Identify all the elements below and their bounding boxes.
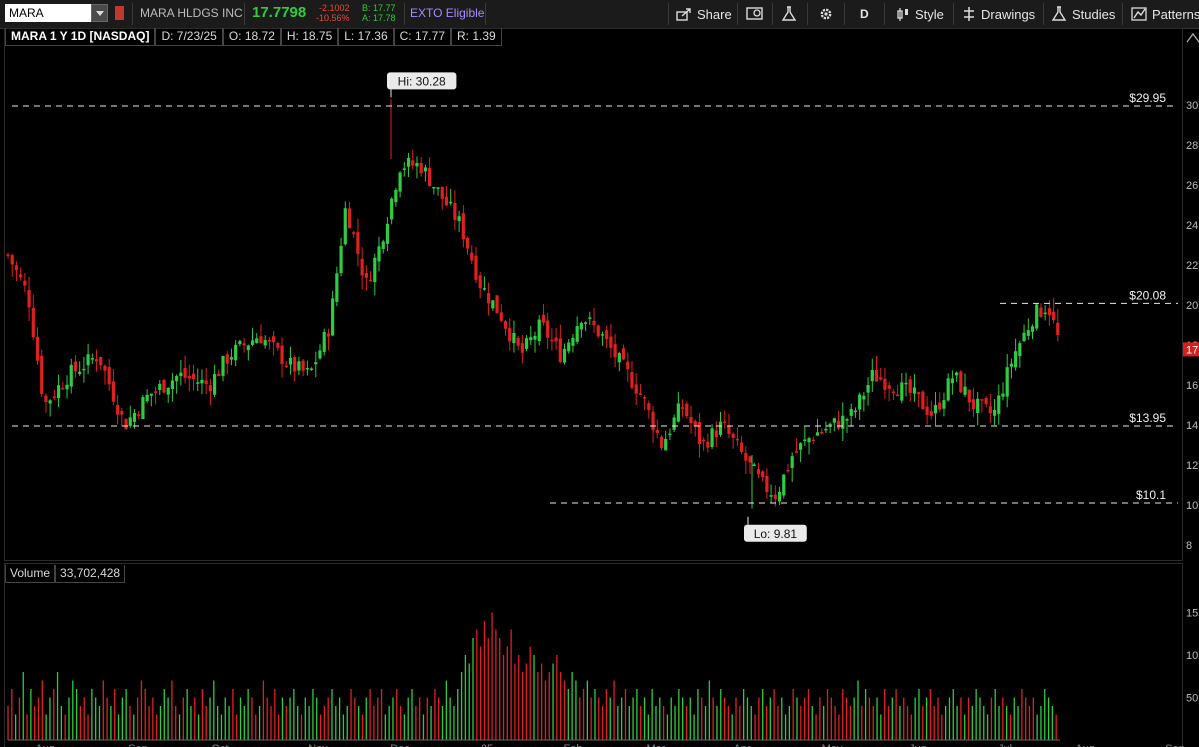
flag-icon[interactable] [115,6,124,20]
price-axis-tick: 22 [1186,260,1198,272]
chart-window-icon [746,7,763,20]
price-axis-tick: 12 [1186,460,1198,472]
separator [772,3,773,25]
price-axis-tick: 30 [1186,100,1198,112]
info-range: R: 1.39 [451,28,502,46]
style-label: Style [915,6,944,22]
separator [668,3,669,25]
separator [404,3,405,25]
studies-button[interactable]: Studies [1051,4,1115,24]
candle-style-icon [897,8,908,21]
volume-label: Volume [5,565,56,583]
separator [244,3,245,25]
separator [737,3,738,25]
symbol-dropdown-button[interactable] [91,4,108,22]
drawings-label: Drawings [981,6,1036,22]
top-toolbar: MARA MARA HLDGS INC 17.7798 -2.1002 -10.… [0,0,1199,29]
chart-info-bar: MARA 1 Y 1D [NASDAQ] D: 7/23/25 O: 18.72… [5,28,502,46]
price-axis-tick: 18 [1186,340,1198,352]
separator [1122,3,1123,25]
separator [1043,3,1044,25]
bid-ask: B: 17.77 A: 17.78 [362,3,396,23]
volume-axis-tick: 50 [1186,693,1198,705]
info-low: L: 17.36 [338,28,394,46]
exto-eligible-badge: EXTO Eligible [410,6,485,20]
info-date: D: 7/23/25 [155,28,223,46]
patterns-label: Patterns [1152,6,1199,22]
share-icon [676,8,691,21]
volume-value: 33,702,428 [55,565,126,583]
patterns-icon [1131,7,1147,21]
info-close: C: 17.77 [393,28,451,46]
share-label: Share [697,6,732,22]
net-change: -2.1002 -10.56% [316,3,350,23]
volume-axis-tick: 15 [1186,608,1198,620]
separator [884,3,885,25]
price-axis-tick: 16 [1186,380,1198,392]
separator [953,3,954,25]
settings-button[interactable] [818,4,834,24]
style-button[interactable]: Style [896,4,944,24]
share-button[interactable]: Share [676,4,732,24]
volume-axis-tick: 10 [1186,650,1198,662]
timeframe-label: D [860,7,869,21]
company-name: MARA HLDGS INC [140,6,243,20]
price-axis-tick: 28 [1186,140,1198,152]
last-price-badge [1183,342,1199,357]
price-axis-tick: 26 [1186,180,1198,192]
info-open: O: 18.72 [222,28,281,46]
price-chart-panel[interactable] [4,28,1183,561]
volume-panel[interactable] [4,563,1183,747]
price-axis-tick: 24 [1186,220,1198,232]
chart-title: MARA 1 Y 1D [NASDAQ] [5,28,156,46]
volume-info-bar: Volume 33,702,428 [5,565,126,583]
price-axis-tick: 14 [1186,420,1198,432]
ask-value: A: 17.78 [362,13,396,23]
timeframe-button[interactable]: D [860,4,869,24]
flask-button[interactable] [781,4,797,24]
bid-value: B: 17.77 [362,3,396,13]
patterns-button[interactable]: Patterns [1131,4,1199,24]
last-price-badge-text: 17 [1186,344,1198,356]
separator [807,3,808,25]
flask-icon [781,6,797,21]
last-price: 17.7798 [252,4,307,21]
drawing-tool-icon [964,7,974,21]
drawings-button[interactable]: Drawings [962,4,1035,24]
price-axis-tick: 8 [1186,540,1192,552]
separator [844,3,845,25]
axis-collapse-up-icon [1186,32,1199,43]
gear-icon [820,8,832,20]
change-value: -2.1002 [319,3,350,13]
separator [132,3,133,25]
studies-label: Studies [1072,6,1116,22]
change-percent: -10.56% [316,13,350,23]
studies-flask-icon [1051,6,1067,21]
symbol-input[interactable]: MARA [5,4,91,22]
price-axis-tick: 20 [1186,300,1198,312]
chart-settings-button[interactable] [746,4,764,24]
price-axis-tick: 10 [1186,500,1198,512]
separator [485,3,486,25]
info-high: H: 18.75 [280,28,339,46]
